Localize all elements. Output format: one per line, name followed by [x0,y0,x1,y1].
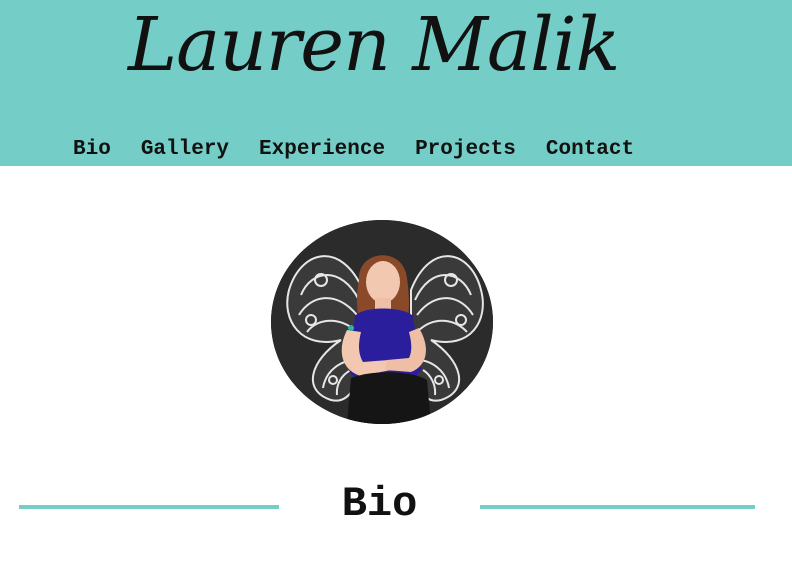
profile-photo [271,220,493,424]
site-header: Lauren Malik Bio Gallery Experience Proj… [0,0,792,166]
nav-link-contact[interactable]: Contact [546,139,634,160]
nav-link-gallery[interactable]: Gallery [141,139,229,160]
main-nav: Bio Gallery Experience Projects Contact [73,139,634,160]
section-heading-row: Bio [0,480,792,534]
nav-link-experience[interactable]: Experience [259,139,385,160]
face-shape [366,261,400,303]
nav-link-projects[interactable]: Projects [415,139,516,160]
profile-photo-illustration [271,220,493,424]
section-title: Bio [341,480,418,528]
divider-left [19,505,279,509]
nav-link-bio[interactable]: Bio [73,139,111,160]
site-title[interactable]: Lauren Malik [128,8,620,82]
divider-right [480,505,755,509]
